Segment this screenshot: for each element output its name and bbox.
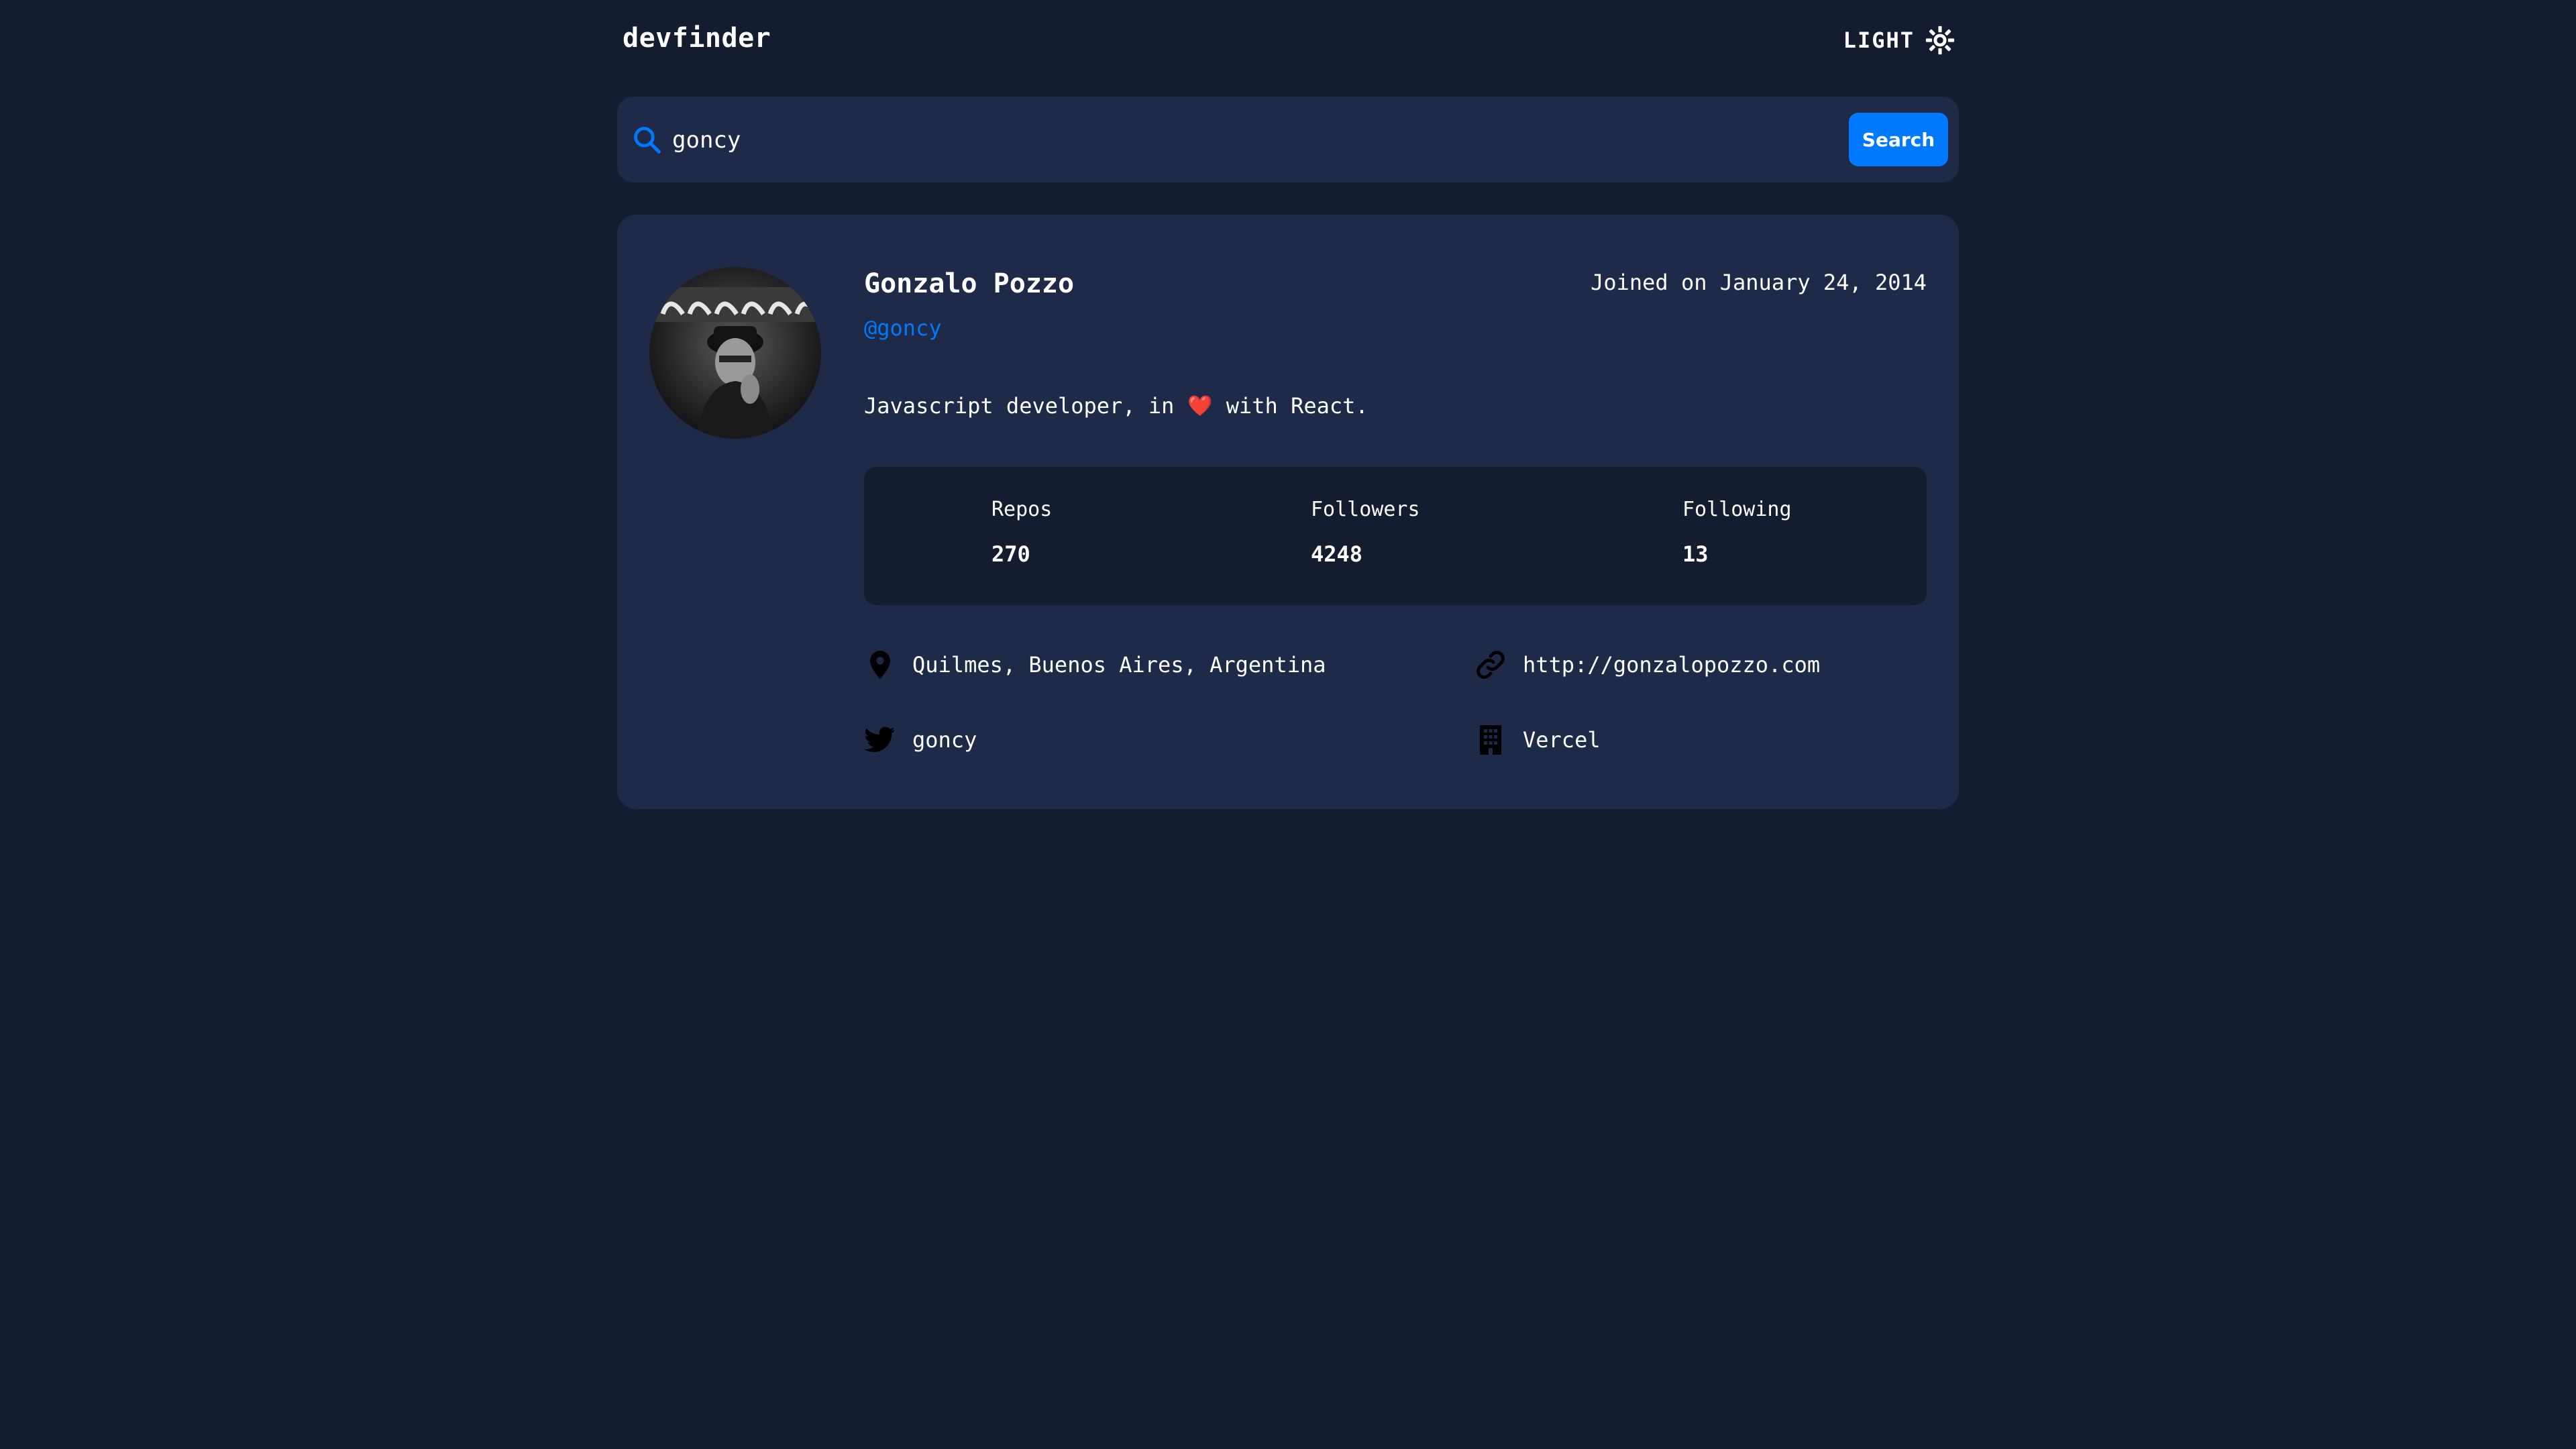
stat-repos: Repos 270 [991,498,1052,567]
building-icon [1480,725,1501,755]
stat-label: Following [1682,498,1792,521]
twitter-item[interactable]: goncy [864,723,977,757]
search-icon [634,127,661,154]
search-bar: Search [617,97,1959,182]
header: devfinder LIGHT [617,19,1959,62]
search-button[interactable]: Search [1849,113,1948,166]
avatar-photo [649,267,821,439]
website-link[interactable]: http://gonzalopozzo.com [1523,652,1820,678]
bio-text-before: Javascript developer, in [864,393,1175,419]
bio-text-after: with React. [1226,393,1368,419]
stat-value: 270 [991,541,1030,567]
website-item[interactable]: http://gonzalopozzo.com [1474,648,1820,682]
profile-card: Gonzalo Pozzo @goncy Joined on January 2… [617,215,1959,809]
heart-emoji: ❤️ [1187,394,1213,418]
app-logo: devfinder [623,23,771,54]
profile-handle[interactable]: @goncy [864,315,942,341]
stat-value: 13 [1682,541,1709,567]
location-text: Quilmes, Buenos Aires, Argentina [912,652,1326,678]
stats-panel: Repos 270 Followers 4248 Following 13 [864,467,1927,605]
search-input[interactable] [671,117,1774,164]
link-icon [1477,651,1505,679]
company-item: Vercel [1474,723,1601,757]
company-name: Vercel [1523,727,1601,753]
location-pin-icon [870,651,890,679]
stat-label: Followers [1311,498,1420,521]
joined-date: Joined on January 24, 2014 [1591,270,1927,295]
twitter-icon [864,727,895,752]
theme-toggle-label: LIGHT [1843,28,1915,53]
stat-following: Following 13 [1682,498,1792,567]
profile-name: Gonzalo Pozzo [864,268,1075,299]
stat-label: Repos [991,498,1053,521]
twitter-handle[interactable]: goncy [912,727,977,753]
location-item: Quilmes, Buenos Aires, Argentina [864,648,1326,682]
profile-bio: Javascript developer, in ❤️ with React. [864,393,1368,419]
sun-icon [1925,25,1955,55]
stat-followers: Followers 4248 [1311,498,1420,567]
stat-value: 4248 [1311,541,1363,567]
theme-toggle[interactable]: LIGHT [1843,21,1955,59]
avatar [649,267,821,439]
